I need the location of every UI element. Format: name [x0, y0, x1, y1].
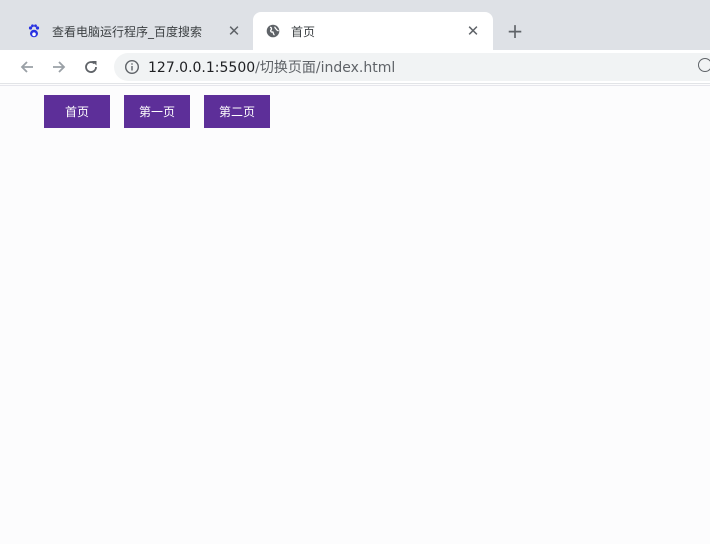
- close-tab-icon[interactable]: ✕: [463, 21, 483, 41]
- back-arrow-icon[interactable]: [14, 54, 40, 80]
- page-nav: 首页 第一页 第二页: [44, 95, 284, 128]
- page-two-button[interactable]: 第二页: [204, 95, 270, 128]
- page-content: 首页 第一页 第二页: [0, 85, 710, 544]
- new-tab-button[interactable]: +: [502, 18, 528, 44]
- tab-home[interactable]: 首页 ✕: [253, 12, 493, 50]
- address-bar[interactable]: 127.0.0.1:5500/切换页面/index.html: [114, 53, 710, 81]
- forward-arrow-icon[interactable]: [46, 54, 72, 80]
- info-icon[interactable]: [124, 59, 140, 75]
- page-one-button[interactable]: 第一页: [124, 95, 190, 128]
- close-tab-icon[interactable]: ✕: [224, 21, 244, 41]
- url-path: /切换页面/index.html: [255, 60, 396, 76]
- tab-title: 首页: [291, 24, 316, 39]
- url-host: 127.0.0.1:5500: [148, 60, 256, 76]
- zoom-icon[interactable]: [698, 58, 710, 72]
- globe-icon: [265, 23, 281, 39]
- divider: [0, 85, 710, 86]
- home-button[interactable]: 首页: [44, 95, 110, 128]
- tab-baidu-search[interactable]: 查看电脑运行程序_百度搜索 ✕: [14, 12, 254, 50]
- url-text: 127.0.0.1:5500/切换页面/index.html: [148, 57, 395, 77]
- browser-window: 查看电脑运行程序_百度搜索 ✕ 首页 ✕ + 127.0.0.1:5500/切换…: [0, 0, 710, 544]
- browser-toolbar: 127.0.0.1:5500/切换页面/index.html: [0, 50, 710, 84]
- reload-icon[interactable]: [78, 54, 104, 80]
- tab-title: 查看电脑运行程序_百度搜索: [52, 24, 203, 39]
- tab-strip: 查看电脑运行程序_百度搜索 ✕ 首页 ✕ +: [0, 0, 710, 50]
- baidu-paw-icon: [26, 23, 42, 39]
